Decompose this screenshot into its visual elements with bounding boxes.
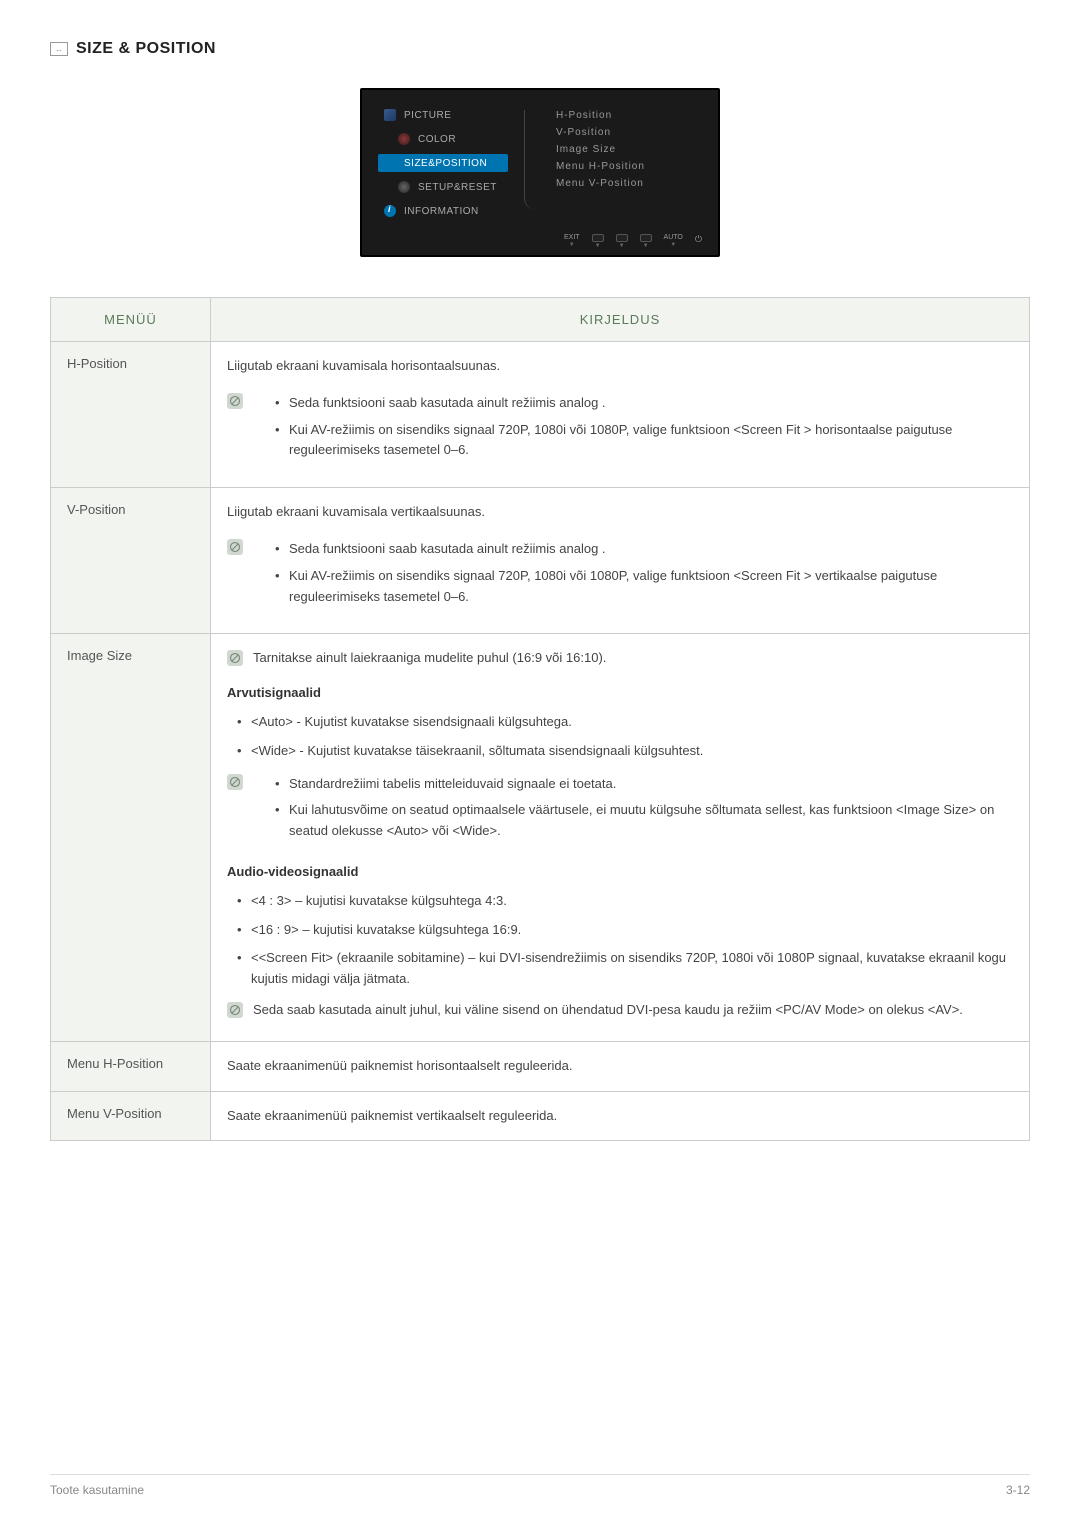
osd-power-icon: ⏻ [695, 234, 702, 245]
pc-heading: Arvutisignaalid [227, 683, 1013, 704]
osd-opt-menuv: Menu V-Position [556, 178, 645, 189]
osd-opt-hpos: H-Position [556, 110, 645, 121]
cell-hpos-label: H-Position [51, 342, 211, 488]
osd-menu-size: SIZE&POSITION [404, 158, 487, 169]
table-row: Image Size Tarnitakse ainult laiekraanig… [51, 634, 1030, 1041]
av-bullet-169: <16 : 9> – kujutisi kuvatakse külgsuhteg… [227, 920, 1013, 941]
picture-icon [384, 109, 396, 121]
vpos-note2: Kui AV-režiimis on sisendiks signaal 720… [269, 566, 1013, 608]
osd-menu-picture: PICTURE [404, 110, 451, 121]
osd-nav-icon [616, 234, 628, 242]
osd-menu-color: COLOR [418, 134, 456, 145]
osd-nav-icon [592, 234, 604, 242]
imgsize-topnote: Tarnitakse ainult laiekraaniga mudelite … [253, 648, 606, 669]
av-bullet-43: <4 : 3> – kujutisi kuvatakse külgsuhtega… [227, 891, 1013, 912]
osd-opt-vpos: V-Position [556, 127, 645, 138]
table-row: Menu H-Position Saate ekraanimenüü paikn… [51, 1041, 1030, 1091]
osd-divider [524, 110, 540, 210]
av-bullet-screenfit: <<Screen Fit> (ekraanile sobitamine) – k… [227, 948, 1013, 990]
osd-nav-icon [640, 234, 652, 242]
footer-left: Toote kasutamine [50, 1483, 144, 1497]
cell-menuh-desc: Saate ekraanimenüü paiknemist horisontaa… [211, 1041, 1030, 1091]
cell-vpos-label: V-Position [51, 488, 211, 634]
cell-menuv-label: Menu V-Position [51, 1091, 211, 1141]
osd-button-bar: EXIT▼ ▼ ▼ ▼ AUTO▼ ⏻ [362, 232, 718, 251]
page-footer: Toote kasutamine 3-12 [50, 1474, 1030, 1497]
osd-menu-info: INFORMATION [404, 206, 479, 217]
note-icon [227, 774, 243, 790]
th-desc: KIRJELDUS [211, 298, 1030, 342]
size-position-icon: ↔ [50, 42, 68, 56]
cell-menuh-label: Menu H-Position [51, 1041, 211, 1091]
av-note: Seda saab kasutada ainult juhul, kui väl… [253, 1000, 963, 1021]
osd-menu-list: PICTURE COLOR SIZE&POSITION SETUP&RESET … [378, 106, 508, 220]
pc-bullet-wide: <Wide> - Kujutist kuvatakse täisekraanil… [227, 741, 1013, 762]
hpos-note2: Kui AV-režiimis on sisendiks signaal 720… [269, 420, 1013, 462]
vpos-intro: Liigutab ekraani kuvamisala vertikaalsuu… [227, 502, 1013, 523]
osd-opt-menuh: Menu H-Position [556, 161, 645, 172]
cell-imgsize-label: Image Size [51, 634, 211, 1041]
note-icon [227, 650, 243, 666]
osd-auto-label: AUTO [664, 234, 683, 241]
osd-menu-setup: SETUP&RESET [418, 182, 497, 193]
cell-hpos-desc: Liigutab ekraani kuvamisala horisontaals… [211, 342, 1030, 488]
pc-note1: Standardrežiimi tabelis mitteleiduvaid s… [269, 774, 1013, 795]
color-icon [398, 133, 410, 145]
info-icon [384, 205, 396, 217]
table-row: H-Position Liigutab ekraani kuvamisala h… [51, 342, 1030, 488]
note-icon [227, 539, 243, 555]
osd-exit-label: EXIT [564, 234, 580, 241]
note-icon [227, 1002, 243, 1018]
hpos-note1: Seda funktsiooni saab kasutada ainult re… [269, 393, 1013, 414]
av-heading: Audio-videosignaalid [227, 862, 1013, 883]
pc-bullet-auto: <Auto> - Kujutist kuvatakse sisendsignaa… [227, 712, 1013, 733]
section-header: ↔ SIZE & POSITION [50, 40, 1030, 58]
osd-opt-imgsize: Image Size [556, 144, 645, 155]
size-icon [384, 157, 396, 169]
pc-note2: Kui lahutusvõime on seatud optimaalsele … [269, 800, 1013, 842]
footer-right: 3-12 [1006, 1483, 1030, 1497]
osd-screenshot: PICTURE COLOR SIZE&POSITION SETUP&RESET … [50, 88, 1030, 257]
osd-submenu: H-Position V-Position Image Size Menu H-… [556, 106, 645, 220]
cell-vpos-desc: Liigutab ekraani kuvamisala vertikaalsuu… [211, 488, 1030, 634]
settings-table: MENÜÜ KIRJELDUS H-Position Liigutab ekra… [50, 297, 1030, 1141]
note-icon [227, 393, 243, 409]
vpos-note1: Seda funktsiooni saab kasutada ainult re… [269, 539, 1013, 560]
hpos-intro: Liigutab ekraani kuvamisala horisontaals… [227, 356, 1013, 377]
osd-panel: PICTURE COLOR SIZE&POSITION SETUP&RESET … [360, 88, 720, 257]
table-row: V-Position Liigutab ekraani kuvamisala v… [51, 488, 1030, 634]
cell-imgsize-desc: Tarnitakse ainult laiekraaniga mudelite … [211, 634, 1030, 1041]
setup-icon [398, 181, 410, 193]
th-menu: MENÜÜ [51, 298, 211, 342]
section-title: SIZE & POSITION [76, 40, 216, 58]
table-row: Menu V-Position Saate ekraanimenüü paikn… [51, 1091, 1030, 1141]
cell-menuv-desc: Saate ekraanimenüü paiknemist vertikaals… [211, 1091, 1030, 1141]
